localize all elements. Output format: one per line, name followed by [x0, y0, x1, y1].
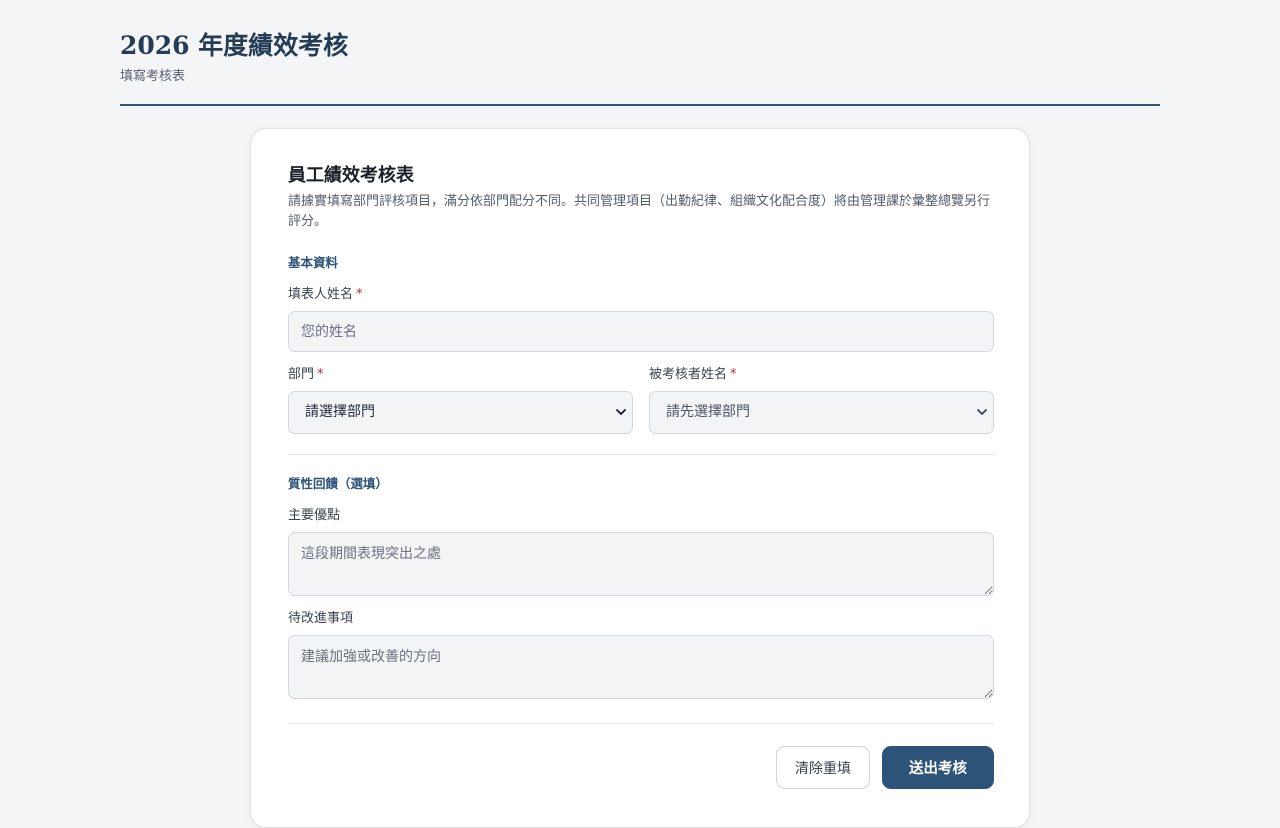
section-divider [288, 454, 994, 455]
filler-name-input[interactable] [288, 311, 994, 352]
submit-button[interactable]: 送出考核 [882, 746, 994, 789]
section-title-basic: 基本資料 [288, 255, 339, 270]
filler-name-label-text: 填表人姓名 [288, 287, 354, 302]
reviewee-select-value: 請先選擇部門 [666, 404, 750, 420]
page-subtitle: 填寫考核表 [120, 69, 186, 84]
strengths-textarea[interactable] [288, 532, 994, 596]
reviewee-label-text: 被考核者姓名 [649, 367, 728, 382]
department-label: 部門 * [288, 366, 324, 384]
form-card: 員工績效考核表 請據實填寫部門評核項目，滿分依部門配分不同。共同管理項目（出勤紀… [250, 128, 1030, 828]
improvements-label: 待改進事項 [288, 611, 354, 626]
required-mark: * [317, 367, 324, 382]
section-title-feedback: 質性回饋（選填） [288, 476, 389, 491]
chevron-down-icon [977, 409, 987, 415]
required-mark: * [730, 367, 737, 382]
chevron-down-icon [616, 409, 626, 415]
page-header: 2026 年度績效考核 填寫考核表 [120, 28, 1160, 106]
improvements-textarea[interactable] [288, 635, 994, 699]
department-label-text: 部門 [288, 367, 315, 382]
reset-button[interactable]: 清除重填 [776, 746, 870, 789]
reviewee-select[interactable]: 請先選擇部門 [649, 391, 994, 434]
reviewee-label: 被考核者姓名 * [649, 366, 737, 384]
strengths-label: 主要優點 [288, 508, 341, 523]
department-select[interactable]: 請選擇部門 [288, 391, 633, 434]
department-select-value: 請選擇部門 [305, 404, 375, 420]
filler-name-label: 填表人姓名 * [288, 286, 363, 304]
form-title: 員工績效考核表 [288, 165, 414, 186]
required-mark: * [356, 287, 363, 302]
form-description: 請據實填寫部門評核項目，滿分依部門配分不同。共同管理項目（出勤紀律、組織文化配合… [288, 194, 991, 229]
actions-divider [288, 723, 994, 724]
page-title: 2026 年度績效考核 [120, 31, 349, 60]
